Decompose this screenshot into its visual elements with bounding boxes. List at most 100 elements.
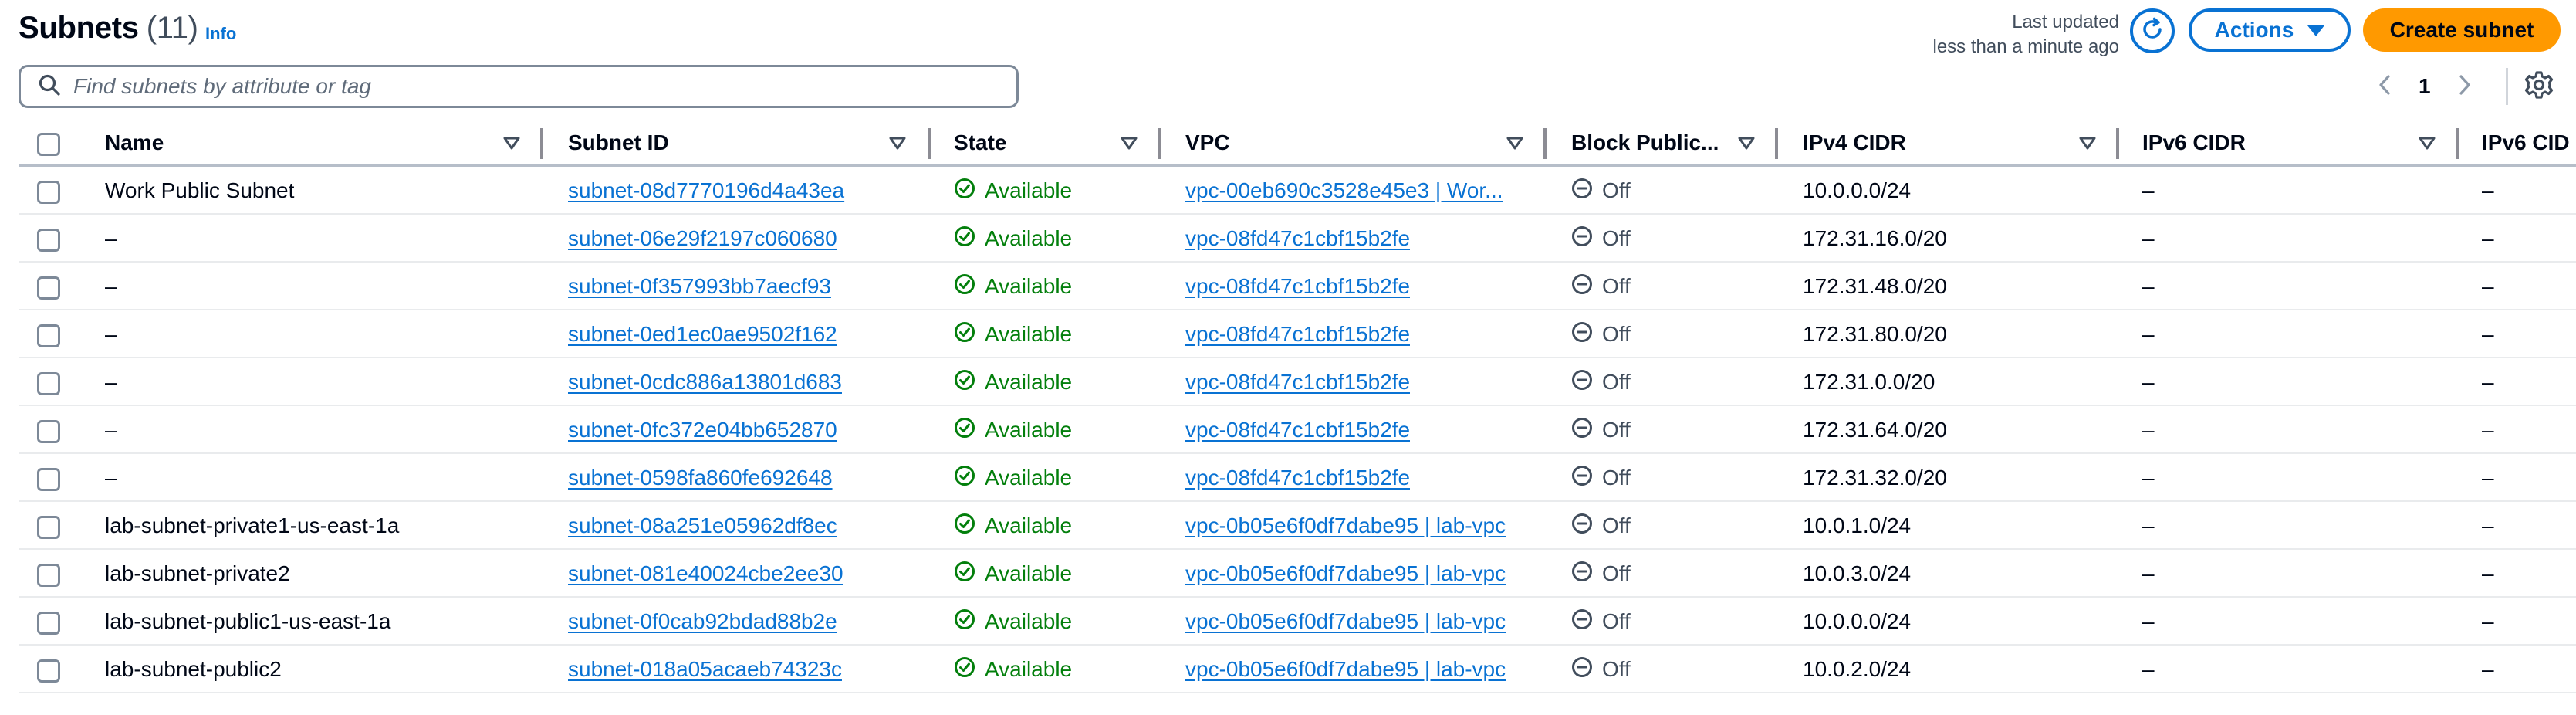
subnet-id-link[interactable]: subnet-0cdc886a13801d683	[568, 370, 842, 395]
row-checkbox[interactable]	[37, 564, 60, 587]
column-resizer[interactable]	[540, 128, 543, 159]
preferences-button[interactable]	[2522, 69, 2556, 103]
subnet-id-link[interactable]: subnet-081e40024cbe2ee30	[568, 561, 843, 586]
row-checkbox[interactable]	[37, 612, 60, 635]
check-circle-icon	[954, 178, 975, 205]
table-row[interactable]: – subnet-0f357993bb7aecf93 Available vpc…	[19, 263, 2576, 310]
row-checkbox[interactable]	[37, 516, 60, 539]
search-bar[interactable]	[19, 65, 1019, 108]
column-header-block-public-access[interactable]: Block Public...	[1571, 119, 1726, 167]
table-row[interactable]: – subnet-0ed1ec0ae9502f162 Available vpc…	[19, 310, 2576, 358]
table-body: Work Public Subnet subnet-08d7770196d4a4…	[19, 167, 2576, 693]
create-subnet-button[interactable]: Create subnet	[2363, 8, 2561, 52]
row-checkbox[interactable]	[37, 468, 60, 491]
column-resizer[interactable]	[2456, 128, 2459, 159]
ipv6-cidr-cell: –	[2142, 322, 2155, 346]
table-row[interactable]: lab-subnet-public1-us-east-1a subnet-0f0…	[19, 598, 2576, 646]
row-checkbox[interactable]	[37, 229, 60, 252]
select-all-checkbox[interactable]	[37, 133, 60, 156]
minus-circle-icon	[1571, 561, 1593, 588]
column-resizer[interactable]	[1158, 128, 1161, 159]
vpc-link[interactable]: vpc-08fd47c1cbf15b2fe	[1185, 466, 1410, 490]
ipv6-cidr-cell-2: –	[2482, 466, 2494, 490]
column-header-subnet-id[interactable]: Subnet ID	[568, 119, 892, 167]
state-cell: Available	[954, 263, 1154, 310]
next-page-button[interactable]	[2457, 74, 2473, 100]
vpc-link[interactable]: vpc-08fd47c1cbf15b2fe	[1185, 418, 1410, 442]
check-circle-icon	[954, 321, 975, 348]
check-circle-icon	[954, 417, 975, 444]
column-header-ipv6-cidr[interactable]: IPv6 CIDR	[2142, 119, 2420, 167]
row-checkbox[interactable]	[37, 372, 60, 395]
subnet-id-link[interactable]: subnet-0598fa860fe692648	[568, 466, 833, 490]
table-row[interactable]: lab-subnet-private1-us-east-1a subnet-08…	[19, 502, 2576, 550]
subnet-id-link[interactable]: subnet-08a251e05962df8ec	[568, 513, 837, 538]
row-checkbox[interactable]	[37, 276, 60, 300]
pagination: 1	[2377, 66, 2473, 107]
row-checkbox[interactable]	[37, 659, 60, 683]
vpc-link[interactable]: vpc-00eb690c3528e45e3 | Wor...	[1185, 178, 1503, 203]
column-resizer[interactable]	[1543, 128, 1547, 159]
vpc-link[interactable]: vpc-08fd47c1cbf15b2fe	[1185, 226, 1410, 251]
column-resizer[interactable]	[2116, 128, 2119, 159]
ipv4-cidr-cell: 10.0.0.0/24	[1803, 178, 1912, 202]
status-available: Available	[954, 608, 1072, 635]
vpc-link[interactable]: vpc-0b05e6f0df7dabe95 | lab-vpc	[1185, 609, 1506, 634]
ipv6-cidr-cell-2: –	[2482, 274, 2494, 298]
column-header-vpc[interactable]: VPC	[1185, 119, 1509, 167]
row-checkbox[interactable]	[37, 324, 60, 347]
column-header-ipv6-cidr-2[interactable]: IPv6 CID	[2482, 119, 2576, 167]
previous-page-button[interactable]	[2377, 74, 2392, 100]
last-updated-label: Last updated	[2012, 12, 2119, 32]
subnet-id-link[interactable]: subnet-0fc372e04bb652870	[568, 418, 837, 442]
subnet-id-link[interactable]: subnet-0f357993bb7aecf93	[568, 274, 831, 299]
search-input[interactable]	[73, 74, 984, 99]
column-resizer[interactable]	[1775, 128, 1778, 159]
vpc-link[interactable]: vpc-08fd47c1cbf15b2fe	[1185, 370, 1410, 395]
vpc-link[interactable]: vpc-0b05e6f0df7dabe95 | lab-vpc	[1185, 513, 1506, 538]
subnet-id-link[interactable]: subnet-018a05acaeb74323c	[568, 657, 842, 682]
ipv6-cidr-cell-2: –	[2482, 418, 2494, 442]
state-cell: Available	[954, 358, 1154, 406]
row-checkbox[interactable]	[37, 420, 60, 443]
block-public-access-cell: Off	[1571, 358, 1772, 406]
subnet-id-link[interactable]: subnet-0ed1ec0ae9502f162	[568, 322, 837, 347]
status-available: Available	[954, 656, 1072, 683]
vpc-link[interactable]: vpc-08fd47c1cbf15b2fe	[1185, 274, 1410, 299]
minus-circle-icon	[1571, 656, 1593, 683]
refresh-button[interactable]	[2130, 8, 2175, 53]
subnet-id-link[interactable]: subnet-0f0cab92bdad88b2e	[568, 609, 837, 634]
column-header-ipv4-cidr[interactable]: IPv4 CIDR	[1803, 119, 2081, 167]
table-row[interactable]: – subnet-0fc372e04bb652870 Available vpc…	[19, 406, 2576, 454]
check-circle-icon	[954, 465, 975, 492]
subnet-id-link[interactable]: subnet-06e29f2197c060680	[568, 226, 837, 251]
status-off: Off	[1571, 321, 1631, 348]
vpc-link[interactable]: vpc-0b05e6f0df7dabe95 | lab-vpc	[1185, 561, 1506, 586]
table-row[interactable]: – subnet-06e29f2197c060680 Available vpc…	[19, 215, 2576, 263]
actions-button[interactable]: Actions	[2189, 8, 2351, 52]
table-row[interactable]: lab-subnet-private2 subnet-081e40024cbe2…	[19, 550, 2576, 598]
pagination-divider	[2506, 68, 2508, 105]
table-row[interactable]: – subnet-0598fa860fe692648 Available vpc…	[19, 454, 2576, 502]
subnet-id-cell: subnet-08a251e05962df8ec	[568, 502, 908, 550]
table-row[interactable]: Work Public Subnet subnet-08d7770196d4a4…	[19, 167, 2576, 215]
status-off: Off	[1571, 178, 1631, 205]
column-header-name[interactable]: Name	[105, 119, 522, 167]
status-off: Off	[1571, 369, 1631, 396]
info-link[interactable]: Info	[205, 24, 236, 44]
table-row[interactable]: – subnet-0cdc886a13801d683 Available vpc…	[19, 358, 2576, 406]
vpc-link[interactable]: vpc-08fd47c1cbf15b2fe	[1185, 322, 1410, 347]
column-header-state[interactable]: State	[954, 119, 1108, 167]
table-row[interactable]: lab-subnet-public2 subnet-018a05acaeb743…	[19, 646, 2576, 693]
subnet-id-cell: subnet-018a05acaeb74323c	[568, 646, 908, 693]
page-number[interactable]: 1	[2419, 74, 2431, 99]
name-cell: lab-subnet-private1-us-east-1a	[105, 513, 400, 537]
status-available: Available	[954, 178, 1072, 205]
ipv4-cidr-cell: 10.0.3.0/24	[1803, 561, 1912, 585]
subnet-id-link[interactable]: subnet-08d7770196d4a43ea	[568, 178, 844, 203]
row-checkbox[interactable]	[37, 181, 60, 204]
ipv6-cidr-cell: –	[2142, 609, 2155, 633]
name-cell: –	[105, 466, 117, 490]
column-resizer[interactable]	[928, 128, 931, 159]
vpc-link[interactable]: vpc-0b05e6f0df7dabe95 | lab-vpc	[1185, 657, 1506, 682]
